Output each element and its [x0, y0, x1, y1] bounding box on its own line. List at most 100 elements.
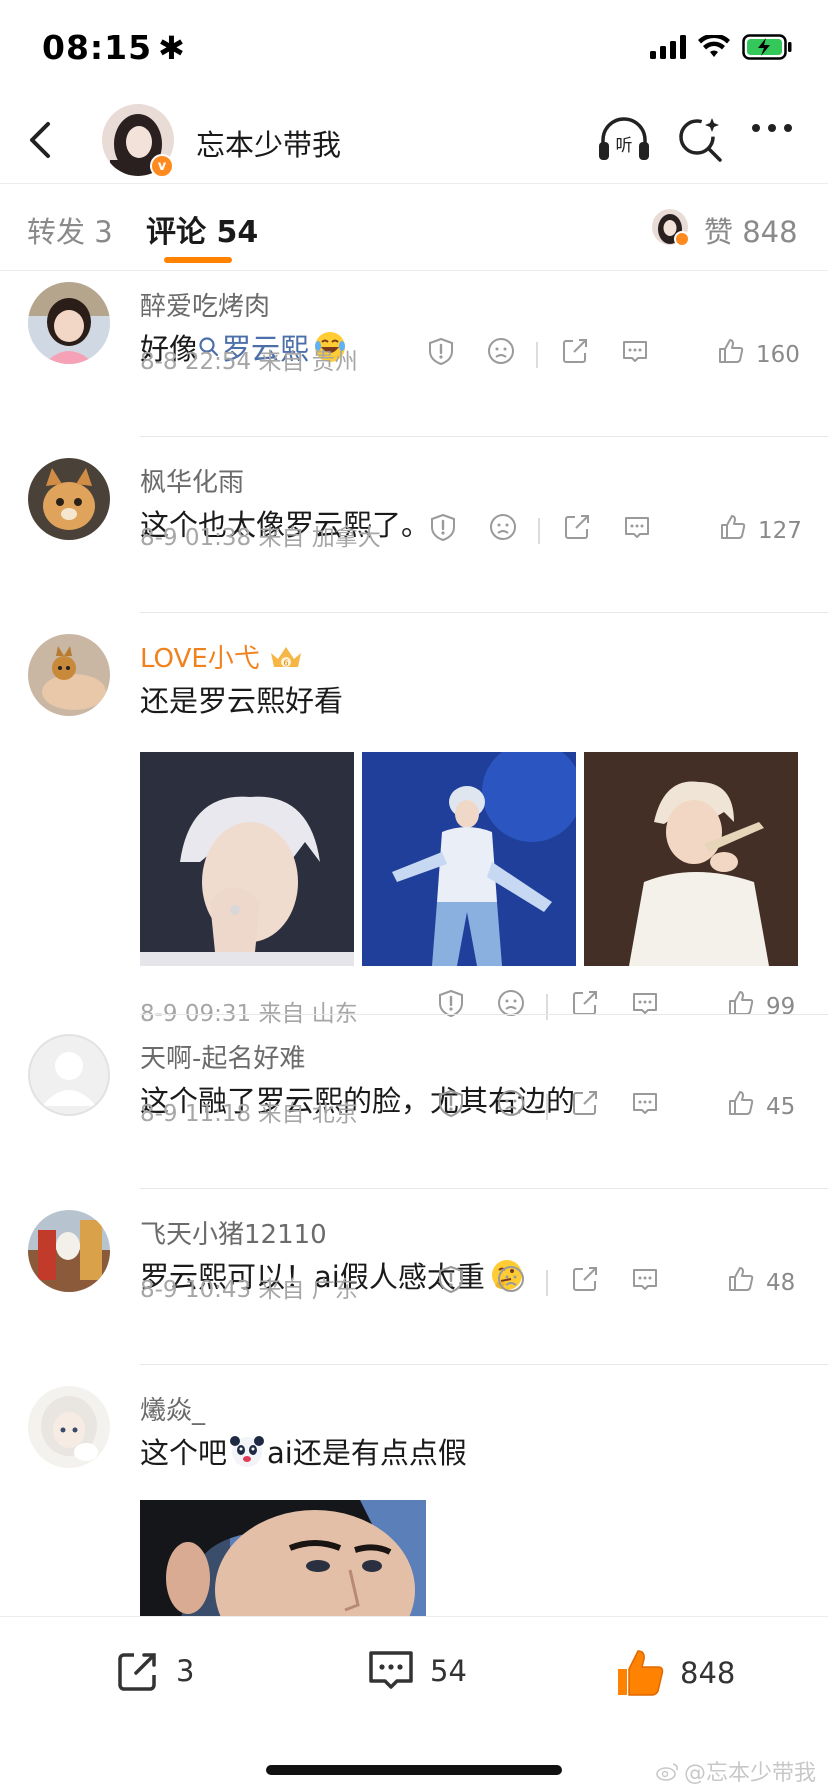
- status-bar: 08:15 ✱: [0, 0, 828, 96]
- watermark: @忘本少带我: [656, 1755, 816, 1787]
- comment-item: 枫华化雨 这个也太像罗云熙了。 8-9 01:38 来自 加拿大 127: [0, 448, 828, 624]
- report-button[interactable]: [426, 336, 456, 366]
- share-icon: [118, 1653, 156, 1691]
- more-dots-icon: [752, 124, 792, 132]
- like-post-button[interactable]: 848: [614, 1647, 735, 1699]
- thumbs-up-icon: [729, 1091, 754, 1115]
- status-time: 08:15 ✱: [42, 28, 186, 67]
- share-icon: [565, 515, 589, 539]
- like-count: 848: [680, 1656, 736, 1690]
- share-button[interactable]: [570, 1264, 600, 1294]
- comment-meta: 8-9 11:18 来自 北京: [140, 1101, 358, 1127]
- comment-image[interactable]: [140, 752, 354, 966]
- avatar[interactable]: [28, 1210, 110, 1292]
- like-button[interactable]: [726, 1088, 756, 1118]
- comment-count: 54: [430, 1654, 467, 1688]
- page-title[interactable]: 忘本少带我: [196, 122, 341, 164]
- comment-image-grid: [140, 752, 798, 966]
- status-icons: [650, 34, 792, 60]
- comment-item: LOVE小弋 6 还是罗云熙好看 8-9 09:31 来自 山东 99: [0, 624, 828, 1027]
- divider: [140, 612, 828, 613]
- thumbs-up-filled-icon: [618, 1650, 664, 1696]
- comment-text: 这个吧 ai还是有点点假: [140, 1430, 467, 1472]
- share-icon: [563, 339, 587, 363]
- more-button[interactable]: [750, 122, 794, 134]
- tab-comment[interactable]: 评论 54: [146, 207, 258, 251]
- comment-actions: 48: [436, 1264, 816, 1304]
- share-icon: [573, 1091, 597, 1115]
- search-sparkle-icon: [679, 118, 722, 162]
- comment-username[interactable]: 醉爱吃烤肉: [140, 286, 270, 323]
- divider: [140, 436, 828, 437]
- signal-icon: [650, 35, 686, 59]
- report-button[interactable]: [436, 1088, 466, 1118]
- dislike-button[interactable]: [496, 1088, 526, 1118]
- share-icon: [573, 1267, 597, 1291]
- thumbs-up-icon: [721, 515, 746, 539]
- repost-count: 3: [176, 1654, 195, 1688]
- comment-item: 爔焱_ 这个吧 ai还是有点点假: [0, 1376, 828, 1616]
- avatar[interactable]: [28, 1034, 110, 1116]
- comment-like-count: 99: [766, 994, 796, 1020]
- home-indicator: [266, 1765, 562, 1775]
- reply-button[interactable]: [630, 1264, 660, 1294]
- action-separator: [546, 1270, 548, 1296]
- avatar[interactable]: [28, 458, 110, 540]
- like-button[interactable]: [726, 1264, 756, 1294]
- comment-image[interactable]: [362, 752, 576, 966]
- comment-button[interactable]: 54: [366, 1647, 467, 1695]
- comment-icon: [369, 1651, 413, 1689]
- liker-verified-badge: [674, 231, 690, 247]
- comment-actions: 160: [426, 336, 806, 376]
- action-separator: [536, 342, 538, 368]
- comment-item: 醉爱吃烤肉 好像 罗云熙 8-8 22:54 来自 贵州 160: [0, 272, 828, 448]
- listen-button[interactable]: 听: [596, 114, 652, 166]
- comment-image[interactable]: [140, 1500, 426, 1616]
- dislike-button[interactable]: [488, 512, 518, 542]
- report-button[interactable]: [436, 1264, 466, 1294]
- comment-username[interactable]: 爔焱_: [140, 1390, 205, 1427]
- comment-icon: [633, 1269, 657, 1290]
- back-button[interactable]: [18, 116, 66, 164]
- avatar[interactable]: [28, 282, 110, 364]
- thumbs-up-icon: [719, 339, 744, 363]
- panda-emoji: [229, 1433, 265, 1469]
- action-separator: [546, 1094, 548, 1120]
- thumbs-up-icon: [729, 1267, 754, 1291]
- reply-button[interactable]: [630, 1088, 660, 1118]
- repost-button[interactable]: 3: [114, 1647, 194, 1695]
- like-button[interactable]: [718, 512, 748, 542]
- comment-username[interactable]: 飞天小猪12110: [140, 1214, 327, 1251]
- tab-repost[interactable]: 转发 3: [27, 209, 113, 251]
- share-button[interactable]: [560, 336, 590, 366]
- divider: [140, 1014, 828, 1015]
- crown-icon: 6: [268, 643, 304, 671]
- comment-like-count: 45: [766, 1094, 796, 1120]
- comment-username[interactable]: LOVE小弋 6: [140, 638, 304, 675]
- report-button[interactable]: [428, 512, 458, 542]
- avatar[interactable]: [28, 634, 110, 716]
- comment-image[interactable]: [584, 752, 798, 966]
- comment-meta: 8-9 09:31 来自 山东: [140, 1001, 358, 1027]
- reply-button[interactable]: [622, 512, 652, 542]
- search-button[interactable]: [676, 114, 726, 164]
- chevron-left-icon: [30, 122, 50, 158]
- comment-username[interactable]: 天啊-起名好难: [140, 1038, 305, 1075]
- avatar[interactable]: [28, 1386, 110, 1468]
- headphones-icon: 听: [599, 117, 649, 160]
- comment-text-prefix: 这个吧: [140, 1436, 228, 1470]
- like-button[interactable]: [716, 336, 746, 366]
- dislike-button[interactable]: [496, 1264, 526, 1294]
- share-button[interactable]: [562, 512, 592, 542]
- comment-item: 飞天小猪12110 罗云熙可以！ai假人感太重 8-9 10:43 来自 广东 …: [0, 1200, 828, 1376]
- wifi-icon: [698, 35, 730, 59]
- dislike-button[interactable]: [486, 336, 516, 366]
- nav-header: v 忘本少带我 听: [0, 96, 828, 184]
- action-separator: [546, 994, 548, 1020]
- share-button[interactable]: [570, 1088, 600, 1118]
- comment-username[interactable]: 枫华化雨: [140, 462, 244, 499]
- tab-like[interactable]: 赞 848: [704, 209, 798, 251]
- comment-text: 还是罗云熙好看: [140, 684, 344, 718]
- reply-button[interactable]: [620, 336, 650, 366]
- shield-alert-icon: [439, 1265, 463, 1294]
